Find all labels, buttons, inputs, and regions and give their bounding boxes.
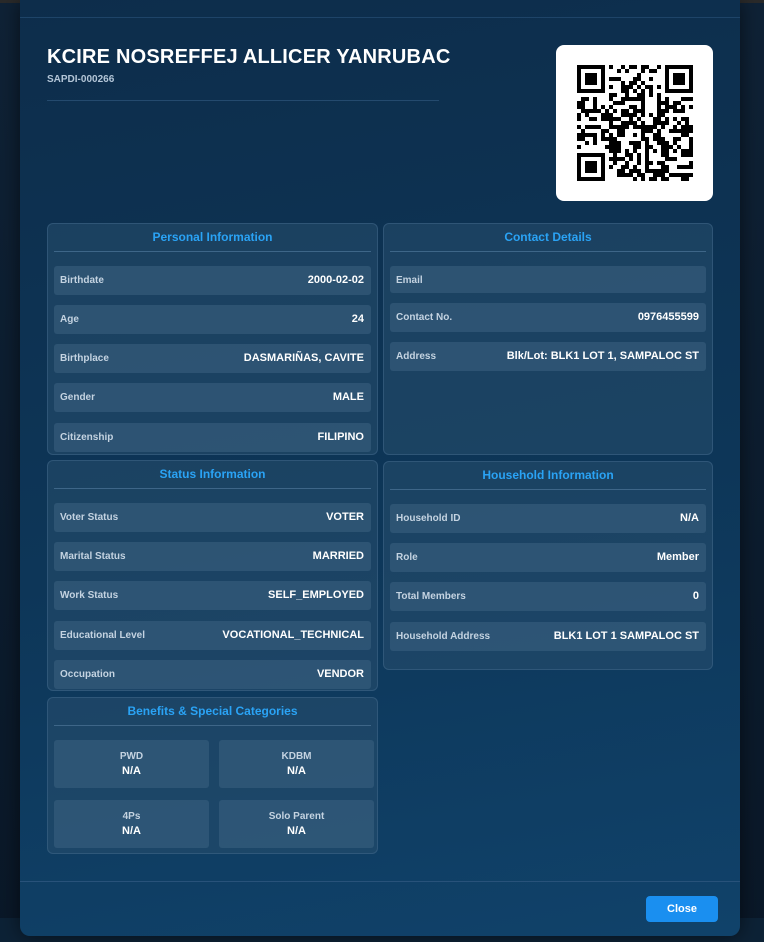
card-divider (390, 489, 706, 490)
row-value: VENDOR (316, 668, 364, 680)
benefit-value: N/A (122, 825, 141, 837)
benefit-4ps: 4Ps N/A (54, 800, 209, 848)
row-work-status: Work Status SELF_EMPLOYED (54, 581, 371, 610)
row-label: Educational Level (60, 630, 146, 641)
footer-divider (20, 881, 740, 882)
row-household-address: Household Address BLK1 LOT 1 SAMPALOC ST (390, 622, 706, 651)
household-information-header: Household Information (482, 468, 614, 482)
household-information-card: Household Information Household ID N/A R… (383, 461, 713, 670)
row-role: Role Member (390, 543, 706, 572)
row-value: BLK1 LOT 1 SAMPALOC ST (553, 630, 699, 642)
status-information-header: Status Information (159, 467, 266, 481)
benefits-header: Benefits & Special Categories (127, 704, 298, 718)
row-total-members: Total Members 0 (390, 582, 706, 611)
row-value: 24 (351, 313, 364, 325)
benefit-label: PWD (119, 751, 144, 762)
row-household-id: Household ID N/A (390, 504, 706, 533)
benefit-solo-parent: Solo Parent N/A (219, 800, 374, 848)
row-value: DASMARIÑAS, CAVITE (243, 352, 364, 364)
row-label: Household Address (396, 631, 491, 642)
benefit-kdbm: KDBM N/A (219, 740, 374, 788)
row-label: Total Members (396, 591, 466, 602)
benefit-value: N/A (122, 765, 141, 777)
row-contact-no: Contact No. 0976455599 (390, 303, 706, 332)
row-marital-status: Marital Status MARRIED (54, 542, 371, 571)
row-gender: Gender MALE (54, 383, 371, 412)
row-value: 2000-02-02 (307, 274, 364, 286)
row-label: Gender (60, 392, 96, 403)
row-occupation: Occupation VENDOR (54, 660, 371, 689)
row-citizenship: Citizenship FILIPINO (54, 423, 371, 452)
resident-name: KCIRE NOSREFFEJ ALLICER YANRUBAC (47, 46, 451, 68)
row-label: Voter Status (60, 512, 119, 523)
row-birthdate: Birthdate 2000-02-02 (54, 266, 371, 295)
benefit-value: N/A (287, 825, 306, 837)
row-label: Household ID (396, 513, 461, 524)
row-label: Work Status (60, 590, 119, 601)
row-value: MARRIED (312, 550, 364, 562)
qr-code-card (556, 45, 713, 201)
card-divider (390, 251, 706, 252)
row-label: Age (60, 314, 79, 325)
row-value: MALE (332, 391, 364, 403)
benefits-card: Benefits & Special Categories PWD N/A KD… (47, 697, 378, 854)
row-educational-level: Educational Level VOCATIONAL_TECHNICAL (54, 621, 371, 650)
benefit-label: Solo Parent (268, 811, 325, 822)
benefit-label: KDBM (281, 751, 312, 762)
row-age: Age 24 (54, 305, 371, 334)
personal-information-card: Personal Information Birthdate 2000-02-0… (47, 223, 378, 455)
personal-information-header: Personal Information (152, 230, 273, 244)
resident-details-modal: KCIRE NOSREFFEJ ALLICER YANRUBAC SAPDI-0… (20, 0, 740, 936)
row-label: Marital Status (60, 551, 126, 562)
qr-code-icon (577, 65, 693, 181)
contact-details-card: Contact Details Email Contact No. 097645… (383, 223, 713, 455)
card-divider (54, 251, 371, 252)
row-value: VOTER (326, 511, 364, 523)
row-label: Birthplace (60, 353, 109, 364)
row-value: 0976455599 (637, 311, 699, 323)
row-birthplace: Birthplace DASMARIÑAS, CAVITE (54, 344, 371, 373)
row-label: Birthdate (60, 275, 104, 286)
row-value: FILIPINO (317, 431, 364, 443)
benefit-pwd: PWD N/A (54, 740, 209, 788)
row-value: N/A (680, 512, 699, 524)
row-value: VOCATIONAL_TECHNICAL (222, 629, 364, 641)
contact-details-header: Contact Details (504, 230, 592, 244)
card-divider (54, 488, 371, 489)
status-information-card: Status Information Voter Status VOTER Ma… (47, 460, 378, 691)
row-label: Occupation (60, 669, 116, 680)
close-button[interactable]: Close (646, 896, 718, 922)
row-value: SELF_EMPLOYED (268, 589, 364, 601)
row-address: Address Blk/Lot: BLK1 LOT 1, SAMPALOC ST (390, 342, 706, 371)
row-label: Contact No. (396, 312, 453, 323)
row-email: Email (390, 266, 706, 293)
row-value: Blk/Lot: BLK1 LOT 1, SAMPALOC ST (506, 350, 699, 362)
modal-top-divider (20, 17, 740, 18)
row-label: Address (396, 351, 437, 362)
card-divider (54, 725, 371, 726)
row-voter-status: Voter Status VOTER (54, 503, 371, 532)
benefit-label: 4Ps (122, 811, 141, 822)
benefit-value: N/A (287, 765, 306, 777)
title-divider (47, 100, 439, 101)
row-label: Role (396, 552, 418, 563)
row-label: Citizenship (60, 432, 114, 443)
row-label: Email (396, 275, 423, 286)
row-value: 0 (692, 590, 699, 602)
resident-id: SAPDI-000266 (47, 74, 115, 85)
row-value: Member (656, 551, 699, 563)
